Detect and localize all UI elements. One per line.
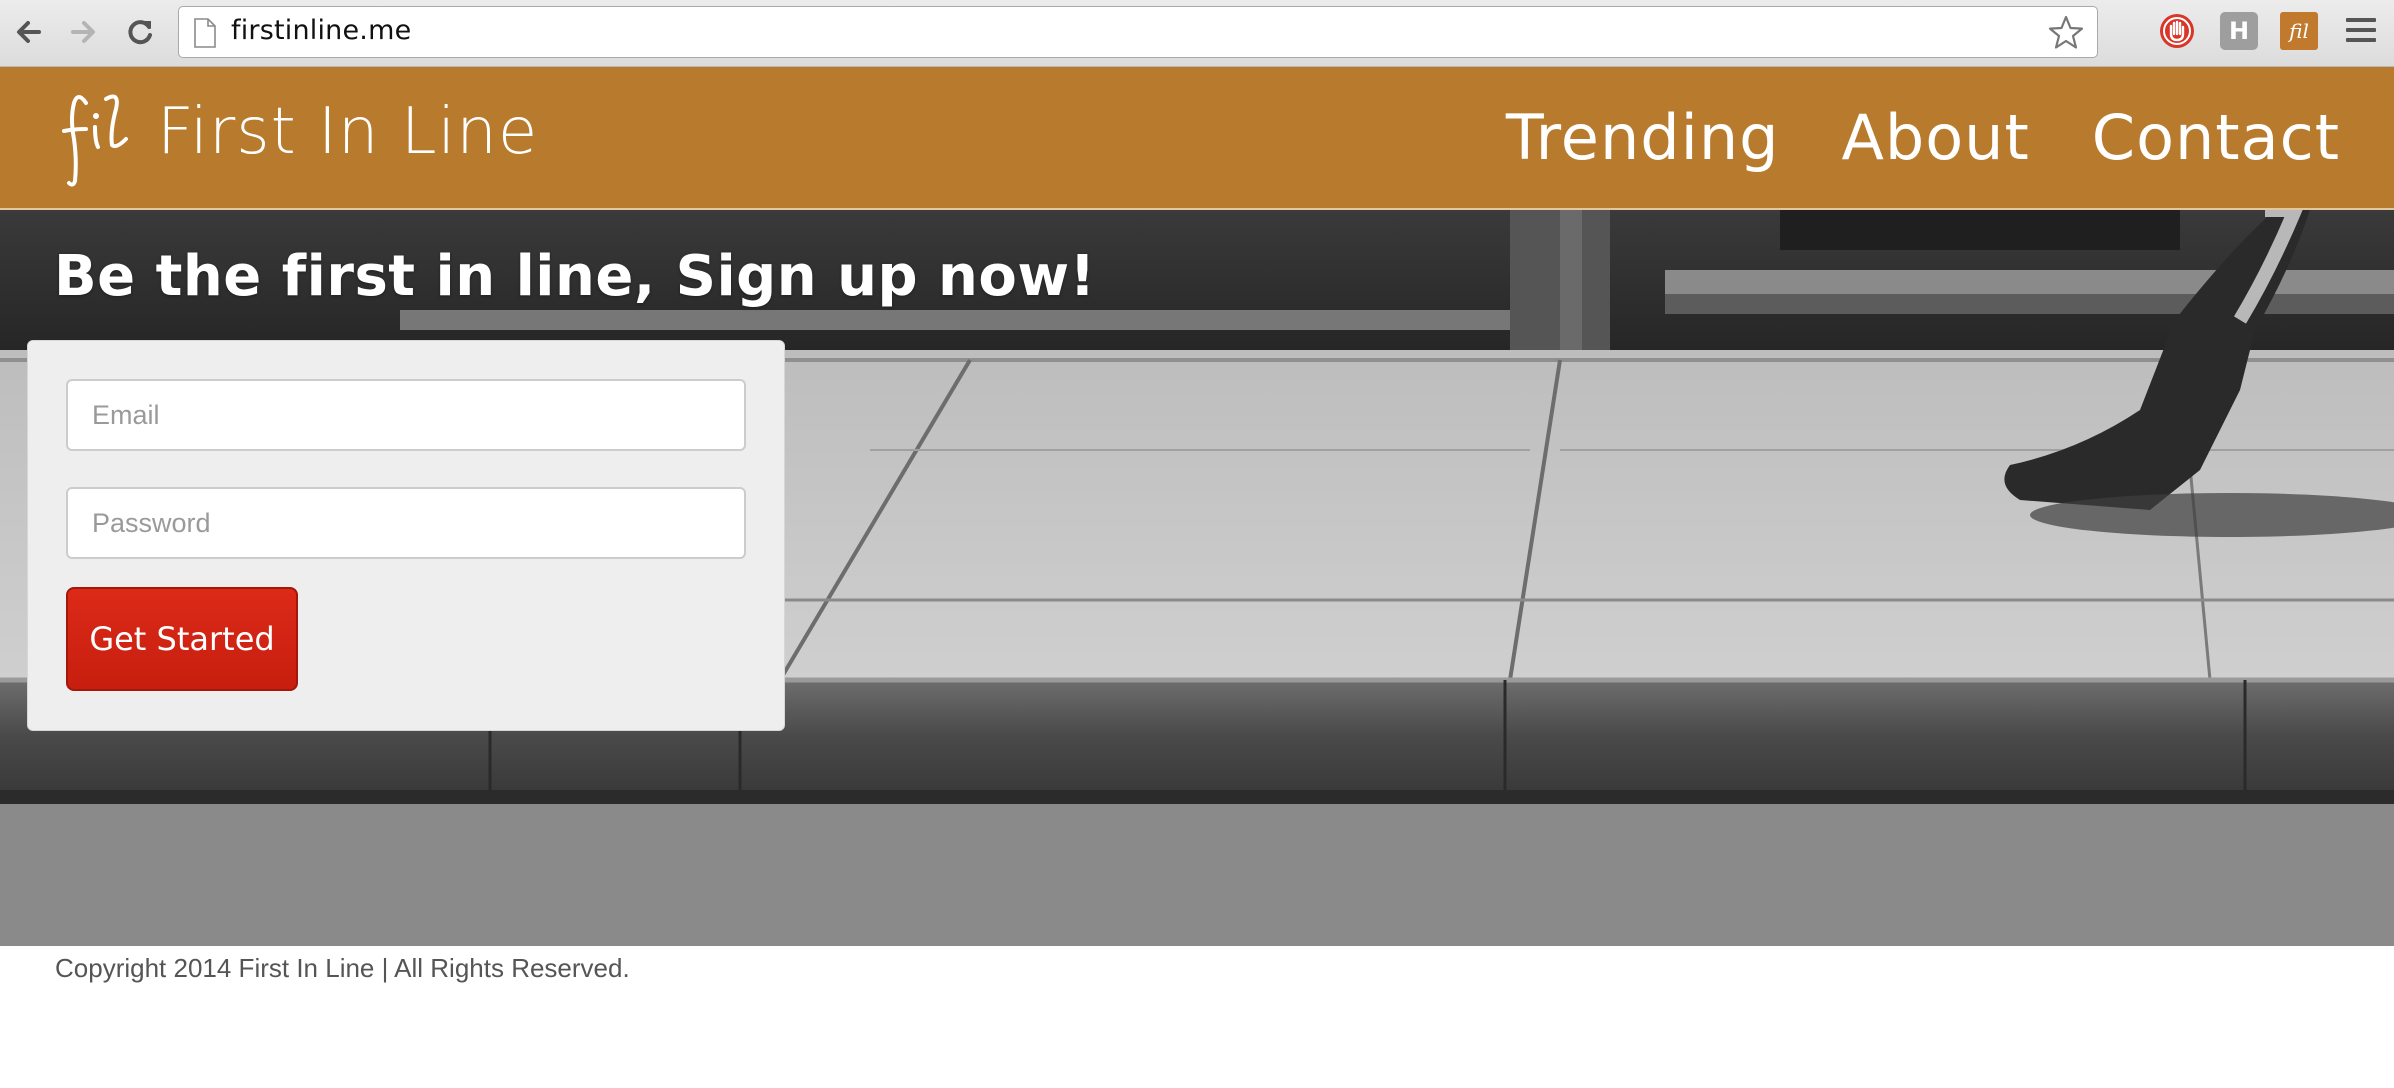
nav-about-link[interactable]: About xyxy=(1841,101,2029,174)
main-nav: Trending About Contact xyxy=(1506,101,2340,174)
forward-arrow-icon[interactable] xyxy=(64,12,104,52)
hero-tagline: Be the first in line, Sign up now! xyxy=(54,244,1096,309)
address-bar[interactable]: firstinline.me xyxy=(178,6,2098,58)
fil-extension-icon[interactable]: fil xyxy=(2280,12,2318,50)
reload-icon[interactable] xyxy=(120,12,160,52)
signup-form: Get Started xyxy=(27,340,785,731)
page-icon xyxy=(194,18,216,48)
stop-hand-extension-icon[interactable] xyxy=(2158,12,2196,50)
get-started-button[interactable]: Get Started xyxy=(66,587,298,691)
fil-logo-icon[interactable] xyxy=(58,89,132,189)
site-header: First In Line Trending About Contact xyxy=(0,67,2394,210)
bookmark-star-icon[interactable] xyxy=(2047,14,2085,52)
back-arrow-icon[interactable] xyxy=(8,12,48,52)
hamburger-menu-icon[interactable] xyxy=(2342,14,2380,48)
email-input[interactable] xyxy=(66,379,746,451)
hero-section: Be the first in line, Sign up now! Get S… xyxy=(0,210,2394,946)
copyright-text: Copyright 2014 First In Line | All Right… xyxy=(55,953,630,983)
url-text[interactable]: firstinline.me xyxy=(231,15,411,46)
browser-toolbar: firstinline.me H fil xyxy=(0,0,2394,67)
nav-trending-link[interactable]: Trending xyxy=(1506,101,1780,174)
nav-contact-link[interactable]: Contact xyxy=(2092,101,2340,174)
brand-name[interactable]: First In Line xyxy=(157,95,538,169)
password-input[interactable] xyxy=(66,487,746,559)
h-extension-icon[interactable]: H xyxy=(2220,12,2258,50)
